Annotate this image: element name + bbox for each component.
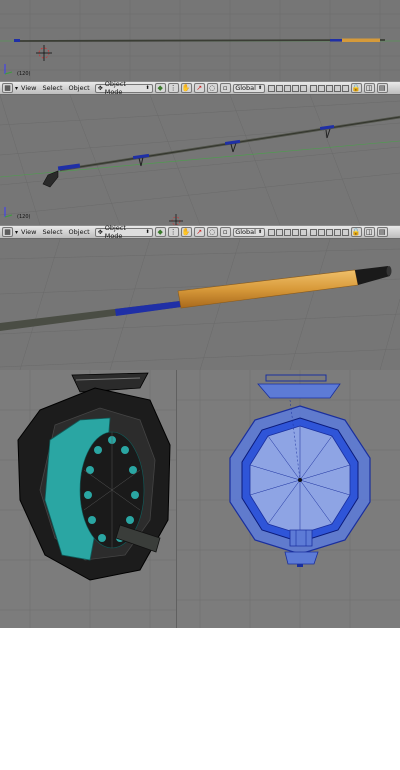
- scale-icon[interactable]: ▫: [219, 227, 231, 237]
- translate-icon[interactable]: ↗: [193, 227, 205, 237]
- mode-dropdown[interactable]: ✥ Object Mode ⬍: [94, 224, 153, 240]
- render-icon[interactable]: ▤: [376, 83, 388, 93]
- rotate-icon[interactable]: ◌: [206, 227, 218, 237]
- viewport-header-1: ▦ ▾ View Select Object ✥ Object Mode ⬍ ◆…: [0, 80, 400, 96]
- axis-gizmo-icon: [4, 64, 13, 75]
- orientation-dropdown[interactable]: Global ⬍: [232, 227, 265, 237]
- chevron-down-icon: ⬍: [145, 85, 150, 91]
- view-layers-icon[interactable]: ◫: [363, 227, 375, 237]
- rod-side-view: [16, 39, 386, 42]
- translate-icon[interactable]: ↗: [193, 83, 205, 93]
- chevron-down-icon: ⬍: [257, 85, 263, 91]
- butt-cap: [355, 266, 390, 285]
- layer-grid-icon[interactable]: [267, 83, 349, 93]
- orientation-dropdown[interactable]: Global ⬍: [232, 83, 265, 93]
- cork-handle: [177, 269, 359, 309]
- winding-closeup: [115, 301, 181, 316]
- reel-viewports: [0, 370, 400, 628]
- frame-label: (120): [17, 71, 31, 77]
- pivot-icon[interactable]: ⋮: [167, 83, 179, 93]
- viewport-middle[interactable]: (120): [0, 95, 400, 225]
- axis-gizmo-icon: [4, 207, 13, 218]
- grid-editor-icon[interactable]: ▦: [2, 227, 13, 237]
- viewport-header-2: ▦ ▾ View Select Object ✥ Object Mode ⬍ ◆…: [0, 224, 400, 240]
- mode-dropdown-label: Object Mode: [104, 80, 126, 96]
- scale-icon[interactable]: ▫: [219, 83, 231, 93]
- frame-label: (120): [17, 214, 31, 220]
- viewport-top-canvas: [0, 0, 400, 82]
- menu-select[interactable]: Select: [39, 228, 65, 236]
- menu-object[interactable]: Object: [66, 84, 93, 92]
- manipulator-hand-icon[interactable]: ✋: [180, 83, 192, 93]
- orientation-label: Global: [235, 228, 256, 236]
- lock-icon[interactable]: 🔒: [350, 83, 362, 93]
- rod-guide: [319, 125, 335, 139]
- reel-3d-model: [17, 372, 171, 581]
- object-mode-icon: ✥: [97, 228, 103, 236]
- reel-seat-end: [42, 170, 59, 188]
- menu-view[interactable]: View: [18, 228, 39, 236]
- chevron-down-icon: ⬍: [145, 229, 150, 235]
- viewport-top[interactable]: (120): [0, 0, 400, 82]
- rod-guide: [224, 139, 241, 153]
- mode-dropdown-label: Object Mode: [104, 224, 126, 240]
- lock-icon[interactable]: 🔒: [350, 227, 362, 237]
- menu-select[interactable]: Select: [39, 84, 65, 92]
- mode-dropdown[interactable]: ✥ Object Mode ⬍: [94, 80, 153, 96]
- grid-editor-icon[interactable]: ▦: [2, 83, 13, 93]
- viewport-middle-canvas: [0, 95, 400, 225]
- chevron-down-icon: ⬍: [257, 229, 263, 235]
- viewport-handle-closeup[interactable]: [0, 239, 400, 370]
- orientation-label: Global: [235, 84, 256, 92]
- manipulator-hand-icon[interactable]: ✋: [180, 227, 192, 237]
- rod-guide: [132, 153, 150, 167]
- view-layers-icon[interactable]: ◫: [363, 83, 375, 93]
- 3d-cursor-icon: [36, 45, 52, 61]
- render-icon[interactable]: ▤: [376, 227, 388, 237]
- viewport-handle-canvas: [0, 239, 400, 370]
- pivot-icon[interactable]: ⋮: [167, 227, 179, 237]
- layer-grid-icon[interactable]: [267, 227, 349, 237]
- shading-sphere-icon[interactable]: ◆: [154, 83, 166, 93]
- rotate-icon[interactable]: ◌: [206, 83, 218, 93]
- object-mode-icon: ✥: [97, 84, 103, 92]
- 3d-cursor-icon: [169, 214, 183, 225]
- menu-view[interactable]: View: [18, 84, 39, 92]
- shading-sphere-icon[interactable]: ◆: [154, 227, 166, 237]
- reel-canvas: [0, 370, 400, 628]
- menu-object[interactable]: Object: [66, 228, 93, 236]
- cork-handle-side: [342, 38, 380, 42]
